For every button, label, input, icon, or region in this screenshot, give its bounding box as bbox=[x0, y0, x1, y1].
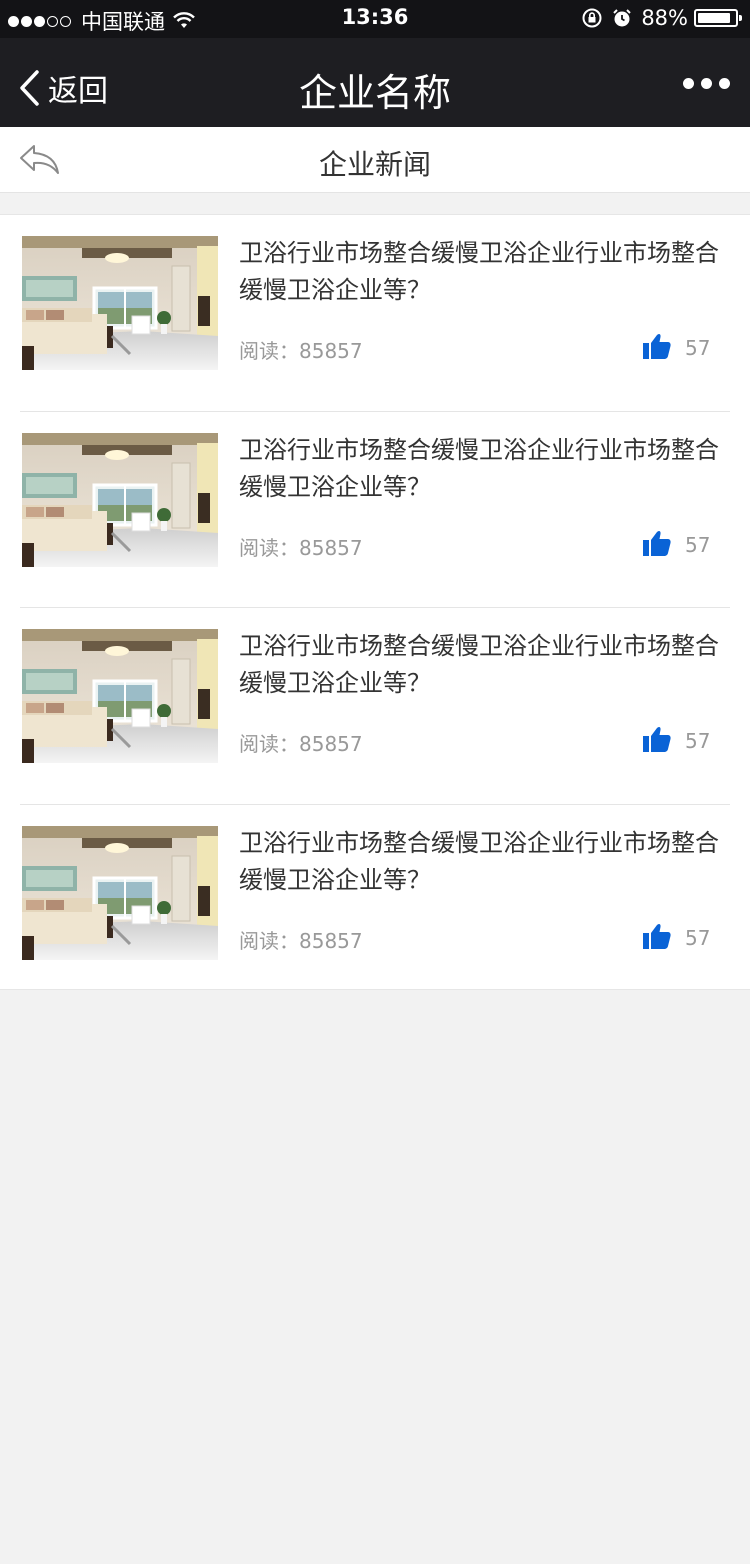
nav-bar: 返回 企业名称 bbox=[0, 38, 750, 127]
like-count: 57 bbox=[685, 729, 711, 753]
thumbs-up-icon bbox=[643, 333, 671, 359]
news-item[interactable]: 卫浴行业市场整合缓慢卫浴企业行业市场整合缓慢卫浴企业等？ 阅读：85857 57 bbox=[0, 805, 750, 1002]
news-thumbnail bbox=[22, 236, 218, 370]
like-button[interactable]: 57 bbox=[643, 725, 710, 753]
news-thumbnail bbox=[22, 433, 218, 567]
news-title: 卫浴行业市场整合缓慢卫浴企业行业市场整合缓慢卫浴企业等？ bbox=[239, 239, 719, 304]
read-count: 阅读：85857 bbox=[239, 335, 363, 364]
rotation-lock-icon bbox=[582, 8, 602, 28]
like-count: 57 bbox=[685, 336, 711, 360]
section-title: 企业新闻 bbox=[318, 148, 431, 181]
news-item[interactable]: 卫浴行业市场整合缓慢卫浴企业行业市场整合缓慢卫浴企业等？ 阅读：85857 57 bbox=[0, 412, 750, 608]
like-count: 57 bbox=[685, 532, 711, 557]
thumbs-up-icon bbox=[643, 923, 671, 949]
read-label: 阅读： bbox=[239, 339, 299, 363]
read-label: 阅读： bbox=[239, 535, 299, 560]
alarm-icon bbox=[613, 9, 632, 27]
battery-percent: 88% bbox=[641, 6, 688, 30]
like-button[interactable]: 57 bbox=[643, 529, 710, 557]
more-dots-icon[interactable] bbox=[676, 78, 730, 89]
thumbs-up-icon bbox=[643, 530, 671, 556]
like-button[interactable]: 57 bbox=[643, 922, 710, 950]
news-title: 卫浴行业市场整合缓慢卫浴企业行业市场整合缓慢卫浴企业等？ bbox=[239, 435, 719, 501]
news-item[interactable]: 卫浴行业市场整合缓慢卫浴企业行业市场整合缓慢卫浴企业等？ 阅读：85857 57 bbox=[0, 608, 750, 805]
read-count-value: 85857 bbox=[299, 339, 363, 363]
read-count-value: 85857 bbox=[299, 928, 363, 953]
news-thumbnail bbox=[22, 629, 218, 763]
battery-level bbox=[698, 13, 730, 23]
thumbs-up-icon bbox=[643, 726, 671, 752]
news-title: 卫浴行业市场整合缓慢卫浴企业行业市场整合缓慢卫浴企业等？ bbox=[239, 632, 719, 697]
like-count: 57 bbox=[685, 925, 711, 950]
news-thumbnail bbox=[22, 826, 218, 960]
read-label: 阅读： bbox=[239, 928, 299, 953]
news-list: 卫浴行业市场整合缓慢卫浴企业行业市场整合缓慢卫浴企业等？ 阅读：85857 57… bbox=[0, 214, 750, 990]
read-count-value: 85857 bbox=[299, 535, 363, 560]
status-bar: 中国联通 13:36 88% bbox=[0, 0, 750, 38]
news-title: 卫浴行业市场整合缓慢卫浴企业行业市场整合缓慢卫浴企业等？ bbox=[239, 828, 719, 894]
page-title: 企业名称 bbox=[298, 71, 451, 115]
status-right: 88% bbox=[581, 6, 742, 30]
read-label: 阅读： bbox=[239, 732, 299, 756]
read-count: 阅读：85857 bbox=[239, 728, 363, 757]
news-item[interactable]: 卫浴行业市场整合缓慢卫浴企业行业市场整合缓慢卫浴企业等？ 阅读：85857 57 bbox=[0, 215, 750, 412]
read-count-value: 85857 bbox=[299, 732, 363, 756]
battery-icon bbox=[694, 9, 742, 27]
read-count: 阅读：85857 bbox=[239, 532, 363, 561]
like-button[interactable]: 57 bbox=[643, 332, 710, 360]
sub-header: 企业新闻 bbox=[0, 127, 750, 193]
read-count: 阅读：85857 bbox=[239, 925, 363, 954]
